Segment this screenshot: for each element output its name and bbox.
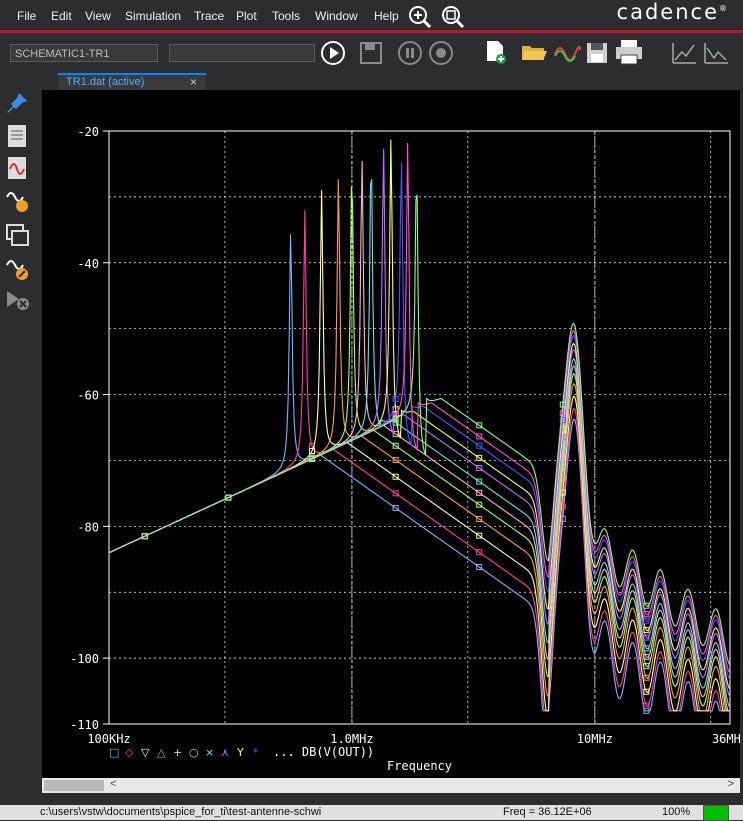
probe-sidebar <box>0 73 32 805</box>
legend-label: ... DB(V(OUT)) <box>273 745 374 759</box>
legend-marker: Y <box>236 746 244 759</box>
cadence-logo: cadence® <box>616 0 729 24</box>
open-folder-icon[interactable] <box>520 40 548 64</box>
x-tick-label: 36MHz <box>712 732 740 746</box>
menu-help[interactable]: Help <box>374 9 399 23</box>
probe-edit-icon[interactable] <box>5 255 31 283</box>
cursor-trough-icon[interactable] <box>702 40 730 66</box>
save-disabled-icon[interactable] <box>358 40 384 66</box>
cursor-peak-icon[interactable] <box>670 40 698 66</box>
series-line <box>109 160 730 712</box>
legend-marker: + <box>173 746 182 759</box>
marker-list-icon[interactable] <box>5 123 29 149</box>
menu-trace[interactable]: Trace <box>194 9 224 23</box>
legend-marker: × <box>205 746 214 759</box>
print-icon[interactable] <box>614 38 644 66</box>
run-icon[interactable] <box>320 40 346 66</box>
legend: □ ◇ ▽ △ + ○ × ⋏ Y * ... DB(V(OUT)) <box>109 745 374 759</box>
y-tick-label: -80 <box>77 520 99 534</box>
series-traces <box>109 139 730 714</box>
x-tick-label: 100KHz <box>87 732 130 746</box>
horizontal-scrollbar[interactable]: < > <box>42 778 740 793</box>
zoom-in-icon[interactable] <box>407 4 433 28</box>
menu-file[interactable]: File <box>17 9 36 23</box>
legend-marker: □ <box>109 746 119 759</box>
y-tick-label: -20 <box>77 125 99 139</box>
tab-label: TR1.dat (active) <box>66 76 145 88</box>
menu-window[interactable]: Window <box>315 9 358 23</box>
legend-row: □ ◇ ▽ △ + ○ × ⋏ Y * ... DB(V(OUT)) <box>109 745 374 759</box>
plot-window[interactable]: -20 -40 -60 -80 -100 -110 100KHz 1.0MHz 10MHz 36M… <box>42 90 743 778</box>
stop-icon[interactable] <box>428 40 454 66</box>
pause-icon[interactable] <box>397 40 423 66</box>
frequency-response-plot[interactable]: -20 -40 -60 -80 -100 -110100KHz 1.0MHz 10MHz 36M… <box>42 90 743 778</box>
tab-strip: TR1.dat (active) × <box>32 73 743 90</box>
series-line <box>109 234 730 712</box>
toolbar: SCHEMATIC1-TR1 <box>0 33 743 73</box>
menu-plot[interactable]: Plot <box>236 9 257 23</box>
status-bar: c:\users\vstw\documents\pspice_for_ti\te… <box>0 805 743 821</box>
window-cascade-icon[interactable] <box>5 223 31 249</box>
x-tick-label: 10MHz <box>577 732 613 746</box>
status-ok-indicator <box>703 805 729 821</box>
x-axis-label: Frequency <box>387 759 452 773</box>
menu-tools[interactable]: Tools <box>272 9 300 23</box>
status-freq: Freq = 36.12E+06 <box>503 806 592 818</box>
legend-marker: ⋏ <box>221 746 229 759</box>
waveform-icon[interactable] <box>553 40 581 64</box>
legend-marker: △ <box>157 746 166 759</box>
simulation-select[interactable] <box>169 44 315 62</box>
status-zoom: 100% <box>662 806 691 818</box>
new-file-icon[interactable] <box>482 39 508 65</box>
y-tick-label: -40 <box>77 257 99 271</box>
menu-view[interactable]: View <box>85 9 111 23</box>
profile-select[interactable]: SCHEMATIC1-TR1 <box>10 44 158 62</box>
x-tick-label: 1.0MHz <box>330 732 373 746</box>
probe-search-icon[interactable] <box>5 187 31 215</box>
legend-marker: ▽ <box>141 746 150 759</box>
menu-bar: File Edit View Simulation Trace Plot Too… <box>0 0 743 30</box>
scroll-left-icon[interactable]: < <box>110 778 116 790</box>
series-line <box>109 179 730 708</box>
legend-marker: ○ <box>189 746 199 759</box>
menu-edit[interactable]: Edit <box>51 9 72 23</box>
tab-tr1-dat[interactable]: TR1.dat (active) × <box>58 73 206 90</box>
pin-icon[interactable] <box>5 91 29 115</box>
probe-delete-icon[interactable] <box>5 287 31 313</box>
y-tick-label: -100 <box>70 652 99 666</box>
scroll-right-icon[interactable]: > <box>728 778 734 790</box>
legend-marker: ◇ <box>125 746 134 759</box>
scrollbar-thumb[interactable] <box>44 780 104 791</box>
y-tick-label: -110 <box>70 718 99 732</box>
status-path: c:\users\vstw\documents\pspice_for_ti\te… <box>40 806 322 818</box>
save-icon[interactable] <box>584 40 610 66</box>
zoom-fit-icon[interactable] <box>440 4 466 28</box>
probe-wave-icon[interactable] <box>5 155 29 181</box>
y-tick-label: -60 <box>77 389 99 403</box>
menu-simulation[interactable]: Simulation <box>125 9 181 23</box>
close-icon[interactable]: × <box>190 75 197 89</box>
legend-marker: * <box>253 746 259 759</box>
